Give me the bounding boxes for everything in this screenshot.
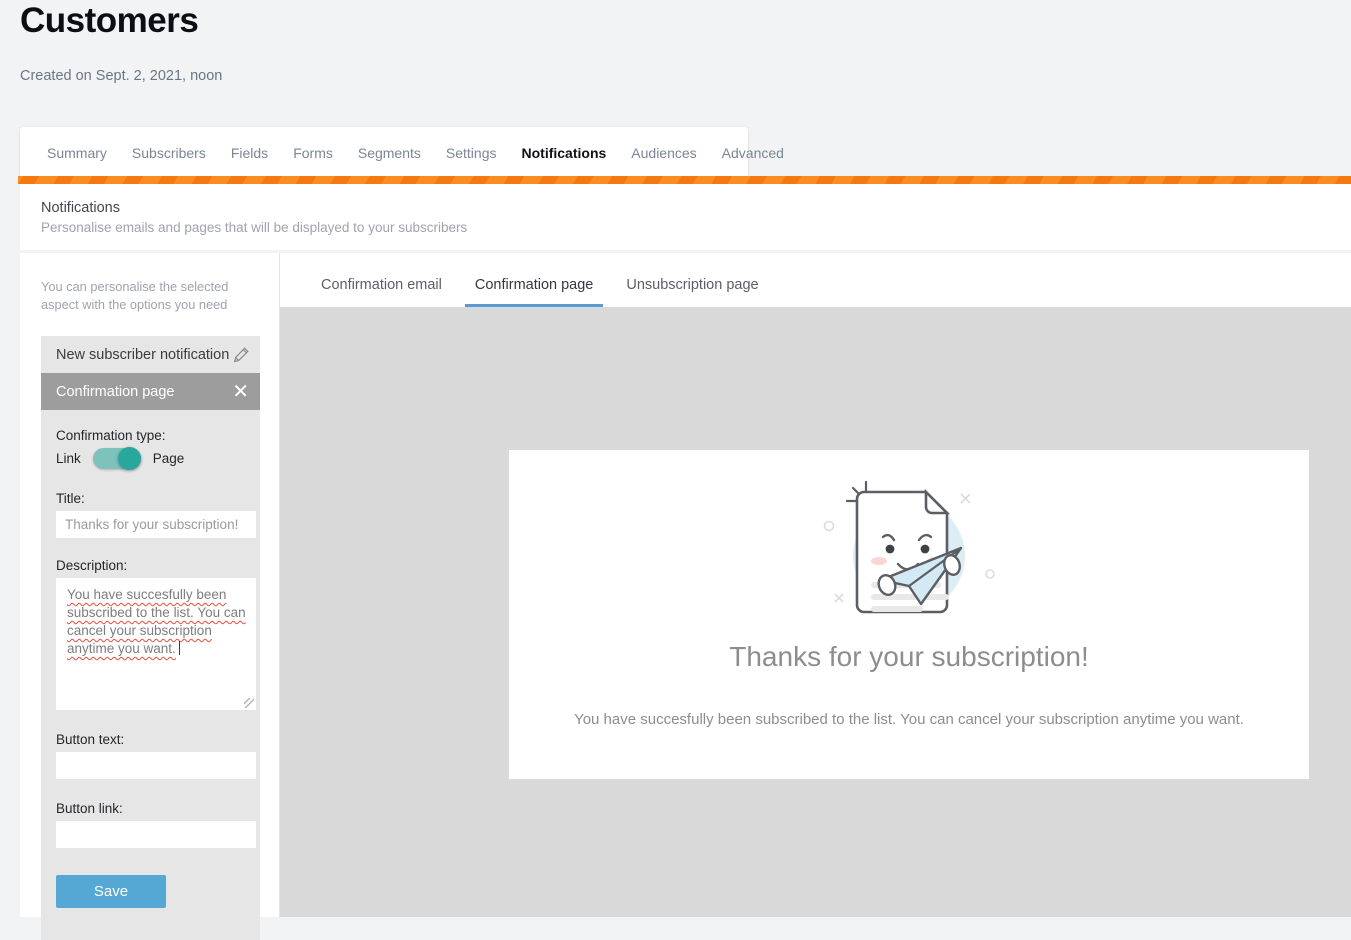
text-caret: [178, 641, 180, 655]
confirmation-type-toggle[interactable]: [92, 447, 141, 470]
section-subtitle: Personalise emails and pages that will b…: [41, 220, 468, 235]
page-created-date: Created on Sept. 2, 2021, noon: [20, 68, 223, 84]
nav-tab-forms[interactable]: Forms: [293, 145, 333, 161]
pencil-icon[interactable]: [233, 346, 249, 363]
description-block: Description: You have succesfully been s…: [56, 558, 256, 710]
resize-handle[interactable]: [244, 698, 254, 708]
main-nav-tabs: Summary Subscribers Fields Forms Segments Set…: [20, 127, 784, 178]
description-label: Description:: [56, 558, 128, 573]
section-title: Notifications: [41, 200, 120, 216]
options-sidebar: You can personalise the selected aspect …: [20, 253, 280, 940]
nav-tab-subscribers[interactable]: Subscribers: [132, 145, 206, 161]
preview-heading: Thanks for your subscription!: [729, 641, 1089, 672]
close-icon[interactable]: ✕: [232, 382, 249, 402]
button-link-label: Button link:: [56, 801, 123, 816]
sidebar-item-label: Confirmation page: [56, 383, 175, 400]
page-header: Customers Created on Sept. 2, 2021, noon: [0, 0, 1351, 84]
orange-striped-divider: [18, 176, 1351, 184]
preview-tabs: Confirmation email Confirmation page Unsub…: [280, 253, 1351, 307]
preview-tab-confirmation-page[interactable]: Confirmation page: [464, 277, 604, 307]
description-textarea[interactable]: You have succesfully been subscribed to …: [56, 578, 256, 710]
toggle-label-page: Page: [152, 451, 185, 466]
nav-tab-fields[interactable]: Fields: [231, 145, 268, 161]
nav-tab-summary[interactable]: Summary: [47, 145, 107, 161]
preview-stage: Thanks for your subscription! You have s…: [280, 307, 1351, 917]
nav-tab-advanced[interactable]: Advanced: [722, 145, 784, 161]
sidebar-item-label: New subscriber notification: [56, 346, 230, 363]
nav-tab-settings[interactable]: Settings: [446, 145, 497, 161]
nav-tab-audiences[interactable]: Audiences: [631, 145, 696, 161]
notifications-body: You can personalise the selected aspect …: [20, 253, 1351, 940]
sidebar-item-confirmation-page[interactable]: Confirmation page ✕: [41, 373, 260, 410]
confirmation-type-toggle-row: Link Page: [56, 447, 245, 470]
preview-tab-confirmation-email[interactable]: Confirmation email: [311, 277, 452, 307]
description-text: You have succesfully been subscribed to …: [67, 587, 246, 656]
button-text-input[interactable]: [56, 752, 256, 779]
button-link-input[interactable]: [56, 821, 256, 848]
preview-body-text: You have succesfully been subscribed to …: [574, 711, 1244, 728]
title-label: Title:: [56, 491, 85, 506]
button-text-label: Button text:: [56, 732, 125, 747]
document-with-paper-plane-illustration: [509, 450, 1309, 635]
page-title: Customers: [20, 1, 199, 40]
sidebar-help-text: You can personalise the selected aspect …: [41, 279, 229, 312]
confirmation-page-options: Confirmation type: Link Page Title: Desc…: [41, 410, 260, 940]
pencil-icon-svg: [233, 346, 249, 362]
sidebar-item-new-subscriber-notification[interactable]: New subscriber notification: [41, 336, 260, 373]
notifications-section-header: Notifications Personalise emails and pag…: [20, 184, 1351, 250]
nav-tab-segments[interactable]: Segments: [358, 145, 421, 161]
toggle-knob: [117, 447, 141, 470]
title-input[interactable]: [56, 511, 256, 538]
illustration-svg: [823, 480, 995, 614]
save-button[interactable]: Save: [56, 875, 166, 908]
preview-card: Thanks for your subscription! You have s…: [509, 450, 1309, 779]
toggle-label-link: Link: [56, 451, 81, 466]
nav-tab-notifications[interactable]: Notifications: [522, 145, 607, 161]
preview-tab-unsubscription-page[interactable]: Unsubscription page: [616, 277, 768, 307]
confirmation-type-label: Confirmation type:: [56, 428, 166, 443]
preview-column: Confirmation email Confirmation page Unsub…: [280, 253, 1351, 917]
